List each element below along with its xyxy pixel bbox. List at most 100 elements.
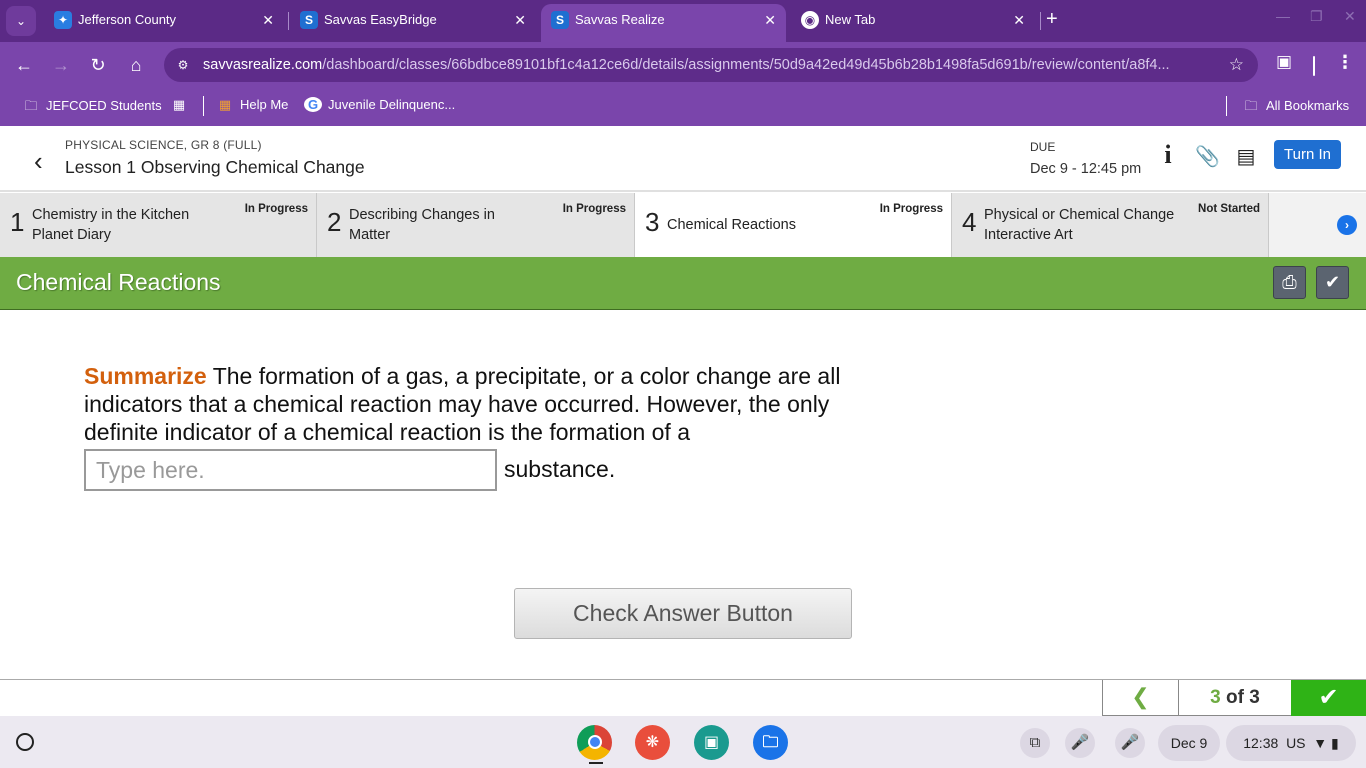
previous-page-icon[interactable]: ❮ — [1102, 680, 1179, 716]
bookmark-label: JEFCOED Students — [46, 98, 162, 113]
savvas-icon: S — [300, 11, 318, 29]
minimize-icon[interactable]: — — [1276, 8, 1290, 24]
back-chevron-icon[interactable]: ‹ — [34, 146, 43, 177]
back-arrow-icon[interactable]: ← — [11, 52, 37, 78]
forward-arrow-icon[interactable]: → — [48, 52, 74, 78]
extensions-puzzle-icon[interactable]: ▣ — [1276, 52, 1292, 72]
bookmark-label: Juvenile Delinquenc... — [328, 97, 456, 112]
step-status: In Progress — [562, 203, 626, 215]
browser-tab-bar: ⌄ ✦ Jefferson County ✕ S Savvas EasyBrid… — [0, 0, 1366, 42]
bookmark-star-icon[interactable]: ☆ — [1229, 55, 1244, 75]
bookmark-label: Help Me — [240, 97, 289, 112]
address-bar[interactable]: ⚙ savvasrealize.com/dashboard/classes/66… — [164, 48, 1258, 82]
wifi-icon: ▼ — [1313, 735, 1328, 751]
close-icon[interactable]: ✕ — [1013, 6, 1025, 34]
canvas-app-icon[interactable]: ❋ — [635, 725, 670, 760]
page-counter: 3 of 3 — [1179, 680, 1291, 716]
bookmark-jefcoed-students[interactable]: 🗀 JEFCOED Students — [22, 97, 162, 119]
tab-title: New Tab — [825, 12, 876, 27]
home-icon[interactable]: ⌂ — [123, 52, 149, 78]
done-checkmark-icon[interactable]: ✔ — [1291, 680, 1366, 716]
course-name: PHYSICAL SCIENCE, GR 8 (FULL) — [65, 138, 262, 152]
classroom-app-icon[interactable]: ▣ — [694, 725, 729, 760]
folder-icon: 🗀 — [24, 98, 38, 113]
step-tab-2[interactable]: 2 Describing Changes in Matter In Progre… — [317, 193, 635, 257]
step-number: 4 — [962, 207, 977, 237]
apps-grid-icon[interactable]: ▦ — [170, 97, 194, 113]
clock-time: 12:38 — [1243, 735, 1279, 751]
step-status: In Progress — [879, 203, 943, 215]
comment-icon[interactable]: ▤ — [1234, 144, 1258, 169]
step-name: Physical or Chemical Change Interactive … — [984, 207, 1175, 243]
close-icon[interactable]: ✕ — [514, 6, 526, 34]
step-navigation: 1 Chemistry in the Kitchen Planet Diary … — [0, 193, 1366, 257]
answer-input[interactable] — [84, 449, 497, 491]
current-page: 3 — [1210, 687, 1221, 708]
paperclip-icon[interactable]: 📎 — [1195, 144, 1220, 169]
browser-toolbar: ← → ↻ ⌂ ⚙ savvasrealize.com/dashboard/cl… — [0, 42, 1366, 88]
url-path: /dashboard/classes/66bdbce89101bf1c4a12c… — [322, 57, 1170, 73]
new-tab-plus-icon[interactable]: + — [1046, 8, 1058, 31]
lesson-title: Lesson 1 Observing Chemical Change — [65, 157, 365, 177]
question-text: Summarize The formation of a gas, a prec… — [84, 362, 904, 446]
turn-in-button[interactable]: Turn In — [1274, 140, 1341, 169]
holding-space-icon[interactable]: ⧉ — [1020, 728, 1050, 758]
next-steps-arrow-icon[interactable]: › — [1337, 215, 1357, 235]
tab-new-tab[interactable]: ◉ New Tab ✕ — [791, 6, 1035, 38]
folder-icon: 🗀 — [1244, 98, 1258, 113]
grid-tile-icon: ▦ — [218, 97, 232, 112]
tab-separator — [1040, 12, 1041, 30]
system-tray[interactable]: 12:38 US ▼ ▮ — [1226, 725, 1356, 761]
content-title-bar: Chemical Reactions ⎙ ✔ — [0, 257, 1366, 310]
step-tab-1[interactable]: 1 Chemistry in the Kitchen Planet Diary … — [0, 193, 317, 257]
tab-jefferson-county[interactable]: ✦ Jefferson County ✕ — [44, 6, 284, 38]
tab-savvas-realize[interactable]: S Savvas Realize ✕ — [541, 4, 786, 42]
url-text[interactable]: savvasrealize.com/dashboard/classes/66bd… — [203, 57, 1213, 73]
step-tab-4[interactable]: 4 Physical or Chemical Change Interactiv… — [952, 193, 1269, 257]
page-navigator: ❮ 3 of 3 ✔ — [0, 679, 1366, 716]
dictation-mic-icon[interactable]: 🎤 — [1065, 728, 1095, 758]
microphone-icon[interactable]: 🎤 — [1115, 728, 1145, 758]
site-settings-icon[interactable]: ⚙ — [174, 56, 192, 74]
url-host: savvasrealize.com — [203, 57, 323, 73]
due-label: DUE — [1030, 140, 1056, 154]
step-number: 3 — [645, 207, 660, 237]
tab-savvas-easybridge[interactable]: S Savvas EasyBridge ✕ — [290, 6, 536, 38]
close-icon[interactable]: ✕ — [262, 6, 274, 34]
window-close-icon[interactable]: ✕ — [1344, 8, 1356, 25]
launcher-icon[interactable] — [16, 733, 34, 751]
step-name: Chemical Reactions — [667, 217, 796, 233]
question-content: Summarize The formation of a gas, a prec… — [0, 311, 1366, 679]
browser-menu-icon[interactable]: ⋮ — [1336, 52, 1354, 73]
tab-search-chevron-icon[interactable]: ⌄ — [6, 6, 36, 36]
restore-icon[interactable]: ❐ — [1310, 8, 1323, 25]
chrome-app-icon[interactable] — [577, 725, 612, 760]
bookmark-help-me[interactable]: ▦ Help Me — [216, 97, 289, 113]
bookmarks-separator — [203, 96, 204, 116]
checkmark-icon[interactable]: ✔ — [1316, 266, 1349, 299]
date-tray[interactable]: Dec 9 — [1158, 725, 1220, 761]
tab-separator — [288, 12, 289, 30]
step-tab-3[interactable]: 3 Chemical Reactions In Progress — [635, 193, 952, 257]
check-answer-button[interactable]: Check Answer Button — [514, 588, 852, 639]
files-app-icon[interactable]: 🗀 — [753, 725, 788, 760]
answer-suffix: substance. — [504, 456, 616, 482]
chrome-icon: ◉ — [801, 11, 819, 29]
due-date: Dec 9 - 12:45 pm — [1030, 161, 1142, 177]
bookmarks-bar: 🗀 JEFCOED Students ▦ ▦ Help Me G Juvenile D… — [0, 88, 1366, 126]
toolbar-separator — [1313, 56, 1315, 76]
print-icon[interactable]: ⎙ — [1273, 266, 1306, 299]
input-locale: US — [1286, 735, 1306, 751]
bookmark-juvenile-delinquency[interactable]: G Juvenile Delinquenc... — [304, 97, 455, 112]
battery-icon: ▮ — [1331, 735, 1339, 751]
step-status: Not Started — [1198, 203, 1260, 215]
close-icon[interactable]: ✕ — [764, 6, 776, 34]
reload-icon[interactable]: ↻ — [85, 52, 111, 78]
all-bookmarks[interactable]: 🗀 All Bookmarks — [1242, 97, 1349, 119]
step-name: Describing Changes in Matter — [349, 207, 495, 243]
google-icon: G — [304, 97, 322, 112]
step-name: Chemistry in the Kitchen Planet Diary — [32, 207, 190, 243]
info-icon[interactable]: i — [1156, 140, 1180, 170]
step-number: 2 — [327, 207, 342, 237]
active-app-indicator — [589, 762, 603, 764]
